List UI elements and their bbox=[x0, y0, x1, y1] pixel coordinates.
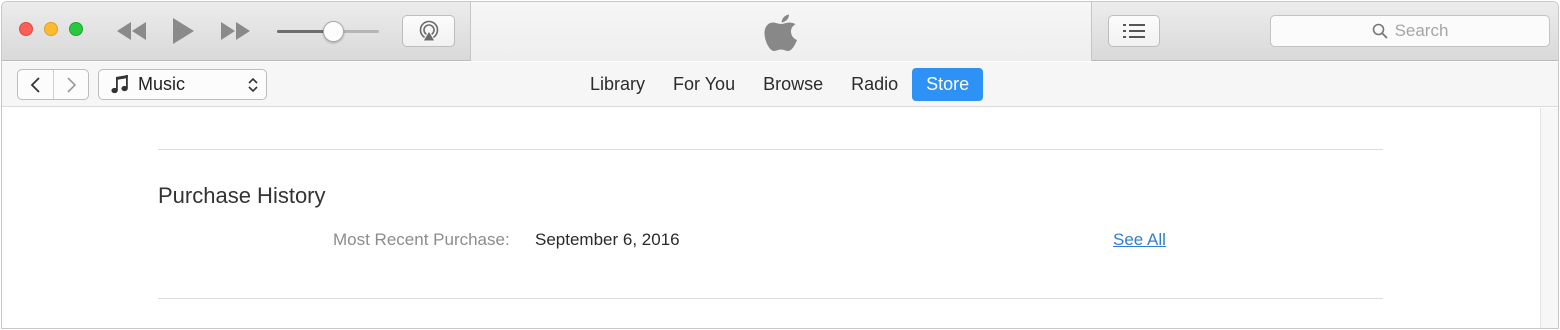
forward-button[interactable] bbox=[53, 70, 88, 99]
volume-knob[interactable] bbox=[323, 21, 344, 42]
main-tabs: Library For You Browse Radio Store bbox=[576, 68, 984, 101]
see-all-link[interactable]: See All bbox=[1113, 230, 1166, 250]
section-divider bbox=[158, 298, 1383, 299]
airplay-icon bbox=[419, 20, 438, 42]
tab-radio[interactable]: Radio bbox=[837, 68, 912, 101]
tab-for-you[interactable]: For You bbox=[659, 68, 749, 101]
rewind-icon bbox=[117, 22, 146, 40]
volume-slider[interactable] bbox=[277, 20, 381, 42]
scrollbar[interactable] bbox=[1540, 108, 1558, 328]
minimize-button[interactable] bbox=[44, 22, 58, 36]
chevron-left-icon bbox=[30, 76, 40, 93]
list-icon bbox=[1123, 24, 1145, 38]
airplay-button[interactable] bbox=[402, 15, 455, 47]
back-button[interactable] bbox=[18, 70, 53, 99]
navigation-toolbar: Music Library For You Browse Radio Store bbox=[2, 62, 1558, 107]
search-field[interactable]: Search bbox=[1270, 15, 1550, 47]
chevron-right-icon bbox=[67, 76, 77, 93]
apple-logo bbox=[764, 14, 797, 51]
tab-store[interactable]: Store bbox=[912, 68, 984, 101]
fast-forward-icon bbox=[221, 22, 250, 40]
back-forward-group bbox=[17, 69, 89, 100]
chevron-up-down-icon bbox=[248, 77, 258, 93]
lcd-display bbox=[470, 2, 1092, 61]
most-recent-purchase-date: September 6, 2016 bbox=[535, 230, 680, 249]
zoom-button[interactable] bbox=[69, 22, 83, 36]
fast-forward-button[interactable] bbox=[215, 16, 255, 46]
most-recent-purchase-label: Most Recent Purchase: bbox=[333, 230, 510, 249]
purchase-history-title: Purchase History bbox=[158, 183, 326, 208]
media-kind-select[interactable]: Music bbox=[98, 69, 267, 100]
section-divider bbox=[158, 149, 1383, 150]
title-bar: Search bbox=[2, 2, 1558, 61]
search-icon bbox=[1372, 23, 1388, 39]
store-content: Purchase History Most Recent Purchase: S… bbox=[2, 108, 1540, 328]
music-note-icon bbox=[111, 74, 128, 93]
tab-browse[interactable]: Browse bbox=[749, 68, 837, 101]
tab-library[interactable]: Library bbox=[576, 68, 659, 101]
play-icon bbox=[173, 18, 194, 44]
close-button[interactable] bbox=[19, 22, 33, 36]
search-placeholder: Search bbox=[1394, 21, 1449, 40]
play-button[interactable] bbox=[165, 16, 201, 46]
rewind-button[interactable] bbox=[112, 16, 152, 46]
up-next-button[interactable] bbox=[1108, 15, 1160, 47]
media-kind-label: Music bbox=[138, 74, 186, 94]
itunes-window: Search Music Library For You Browse Radi… bbox=[1, 1, 1559, 329]
